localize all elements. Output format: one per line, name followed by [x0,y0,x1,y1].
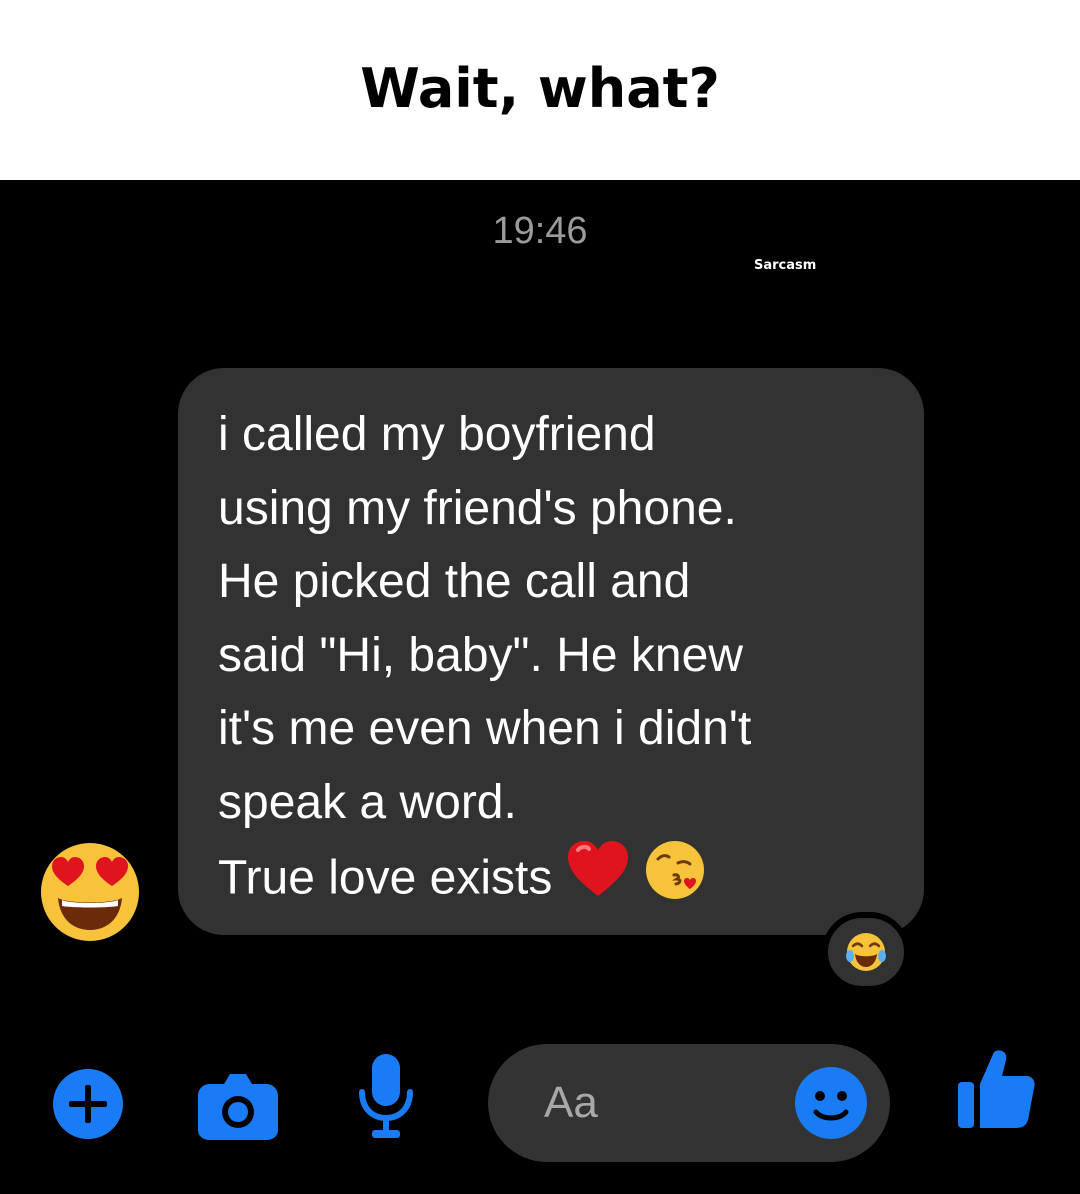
message-composer: Aa [0,1018,1080,1194]
face-blowing-kiss-icon [644,839,706,923]
caption-title: Wait, what? [360,56,720,120]
message-last-line: True love exists [218,839,894,923]
message-line: speak a word. [218,775,517,829]
smiley-icon[interactable] [794,1066,868,1145]
message-timestamp: 19:46 [492,210,588,252]
tears-of-joy-icon [846,933,886,971]
message-line: using my friend's phone. [218,481,737,535]
watermark-label: Sarcasm [754,258,817,273]
message-bubble[interactable]: i called my boyfriend using my friend's … [178,368,924,935]
camera-icon[interactable] [196,1070,280,1147]
chat-screen: 19:46 Sarcasm i called my boyfriend usin… [0,180,1080,1194]
message-input-placeholder: Aa [544,1078,598,1127]
message-line: it's me even when i didn't [218,702,752,755]
heart-eyes-emoji-icon [38,840,142,949]
message-reaction-badge[interactable] [822,912,910,992]
microphone-icon[interactable] [356,1052,416,1149]
message-line: said "Hi, baby". He knew [218,628,743,682]
red-heart-icon [566,840,630,922]
message-line: He picked the call and [218,555,691,608]
message-line-text: True love exists [218,851,553,905]
message-line: i called my boyfriend [218,408,656,461]
meme-caption: Wait, what? [0,0,1080,180]
message-input[interactable]: Aa [488,1044,890,1162]
plus-icon[interactable] [52,1068,124,1145]
thumbs-up-icon[interactable] [956,1046,1036,1135]
